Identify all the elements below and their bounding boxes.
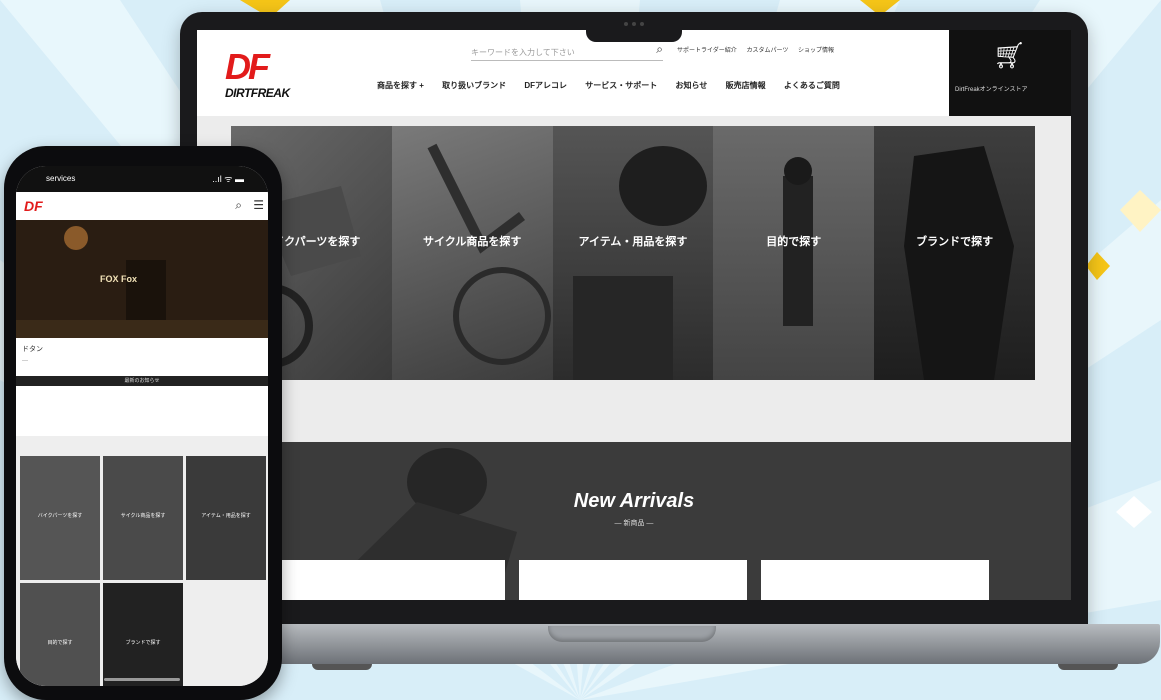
nav-item[interactable]: 販売店情報 <box>726 81 766 90</box>
site-logo[interactable]: DF DIRTFREAK <box>225 46 325 102</box>
phone-caption-secondary: --- <box>22 358 28 364</box>
nav-item[interactable]: 商品を探す + <box>377 81 424 90</box>
phone-category-tile[interactable]: アイテム・用品を探す <box>186 456 266 580</box>
laptop-foot <box>312 664 372 670</box>
menu-icon[interactable]: ☰ <box>253 198 264 212</box>
top-link[interactable]: サポートライダー紹介 <box>677 48 737 54</box>
product-card[interactable] <box>277 560 505 600</box>
nav-item[interactable]: お知らせ <box>676 81 708 90</box>
laptop-screen: DF DIRTFREAK キーワードを入力して下さい ⌕ サポートライダー紹介 … <box>197 30 1071 600</box>
search-input[interactable]: キーワードを入力して下さい ⌕ <box>471 42 663 61</box>
tile-label: バイクパーツを探す <box>37 513 83 519</box>
site-header: DF DIRTFREAK キーワードを入力して下さい ⌕ サポートライダー紹介 … <box>197 30 1071 116</box>
phone-category-tile[interactable]: ブランドで探す <box>103 583 183 686</box>
phone-logo[interactable]: DF <box>24 198 43 214</box>
tile-label: 目的で探す <box>47 640 73 646</box>
tile-label: ブランドで探す <box>125 640 161 646</box>
search-icon[interactable]: ⌕ <box>656 42 663 57</box>
phone-screen: services ..ıl ᯤ ▬ DF ⌕ ☰ FOX Fox ドタン ---… <box>16 166 268 686</box>
tile-label: サイクル商品を探す <box>120 513 166 519</box>
laptop-opening-lip <box>548 626 716 642</box>
product-card[interactable] <box>761 560 989 600</box>
top-link[interactable]: ショップ情報 <box>798 48 834 54</box>
laptop-notch <box>586 12 682 42</box>
category-panel[interactable]: サイクル商品を探す <box>391 126 553 380</box>
category-label: サイクル商品を探す <box>422 236 522 248</box>
category-panels: バイクパーツを探す サイクル商品を探す アイテム・用品を探す 目的で探す ブラン… <box>231 126 1035 380</box>
phone-caption: ドタン <box>22 346 43 353</box>
phone-category-tile[interactable]: サイクル商品を探す <box>103 456 183 580</box>
phone-header: DF ⌕ ☰ <box>16 192 268 220</box>
hero-caption: FOX Fox <box>100 274 138 284</box>
hero-photo <box>16 226 268 338</box>
search-placeholder: キーワードを入力して下さい <box>471 48 575 57</box>
signal-wifi-battery-icon: ..ıl ᯤ ▬ <box>212 174 244 184</box>
online-store-button[interactable]: 🛒︎ DirtFreakオンラインストア <box>949 30 1071 116</box>
rider-gear-photo <box>572 146 707 380</box>
new-arrivals-section: New Arrivals — 新商品 — <box>197 442 1071 600</box>
laptop-foot <box>1058 664 1118 670</box>
logo-word: DIRTFREAK <box>225 86 290 100</box>
search-icon[interactable]: ⌕ <box>235 198 242 213</box>
store-label: DirtFreakオンラインストア <box>955 87 1028 93</box>
phone-category-tile[interactable]: 目的で探す <box>20 583 100 686</box>
nav-item[interactable]: よくあるご質問 <box>784 81 840 90</box>
nav-item[interactable]: 取り扱いブランド <box>442 81 506 90</box>
main-nav: 商品を探す + 取り扱いブランド DFアレコレ サービス・サポート お知らせ 販… <box>377 80 856 91</box>
cart-icon: 🛒︎ <box>993 40 1027 70</box>
nav-item[interactable]: サービス・サポート <box>585 81 657 90</box>
category-panel[interactable]: アイテム・用品を探す <box>552 126 714 380</box>
bicycle-photo <box>427 143 551 365</box>
logo-mark: DF <box>225 46 270 87</box>
tile-label: アイテム・用品を探す <box>201 513 251 519</box>
arrivals-subtitle: — 新商品 — <box>614 520 654 527</box>
category-label: ブランドで探す <box>916 236 994 248</box>
nav-item[interactable]: DFアレコレ <box>524 81 567 90</box>
top-link[interactable]: カスタムパーツ <box>746 48 788 54</box>
phone-status-bar: services ..ıl ᯤ ▬ <box>16 166 268 192</box>
trail-rider-photo <box>783 157 814 326</box>
category-label: 目的で探す <box>766 236 822 248</box>
home-indicator <box>104 678 180 681</box>
top-links: サポートライダー紹介 カスタムパーツ ショップ情報 <box>677 45 842 54</box>
product-card[interactable] <box>519 560 747 600</box>
brand-rider-photo <box>904 146 1015 380</box>
category-panel[interactable]: ブランドで探す <box>874 126 1035 380</box>
arrivals-title: New Arrivals <box>573 490 695 512</box>
category-panel[interactable]: 目的で探す <box>713 126 875 380</box>
news-bar[interactable]: 最新のお知らせ <box>16 376 268 386</box>
phone-hero[interactable]: FOX Fox <box>16 220 268 338</box>
category-label: アイテム・用品を探す <box>578 236 688 248</box>
status-time: services <box>46 174 76 183</box>
phone-category-grid: バイクパーツを探す サイクル商品を探す アイテム・用品を探す 目的で探す ブラン… <box>20 456 266 686</box>
phone-category-tile[interactable]: バイクパーツを探す <box>20 456 100 580</box>
